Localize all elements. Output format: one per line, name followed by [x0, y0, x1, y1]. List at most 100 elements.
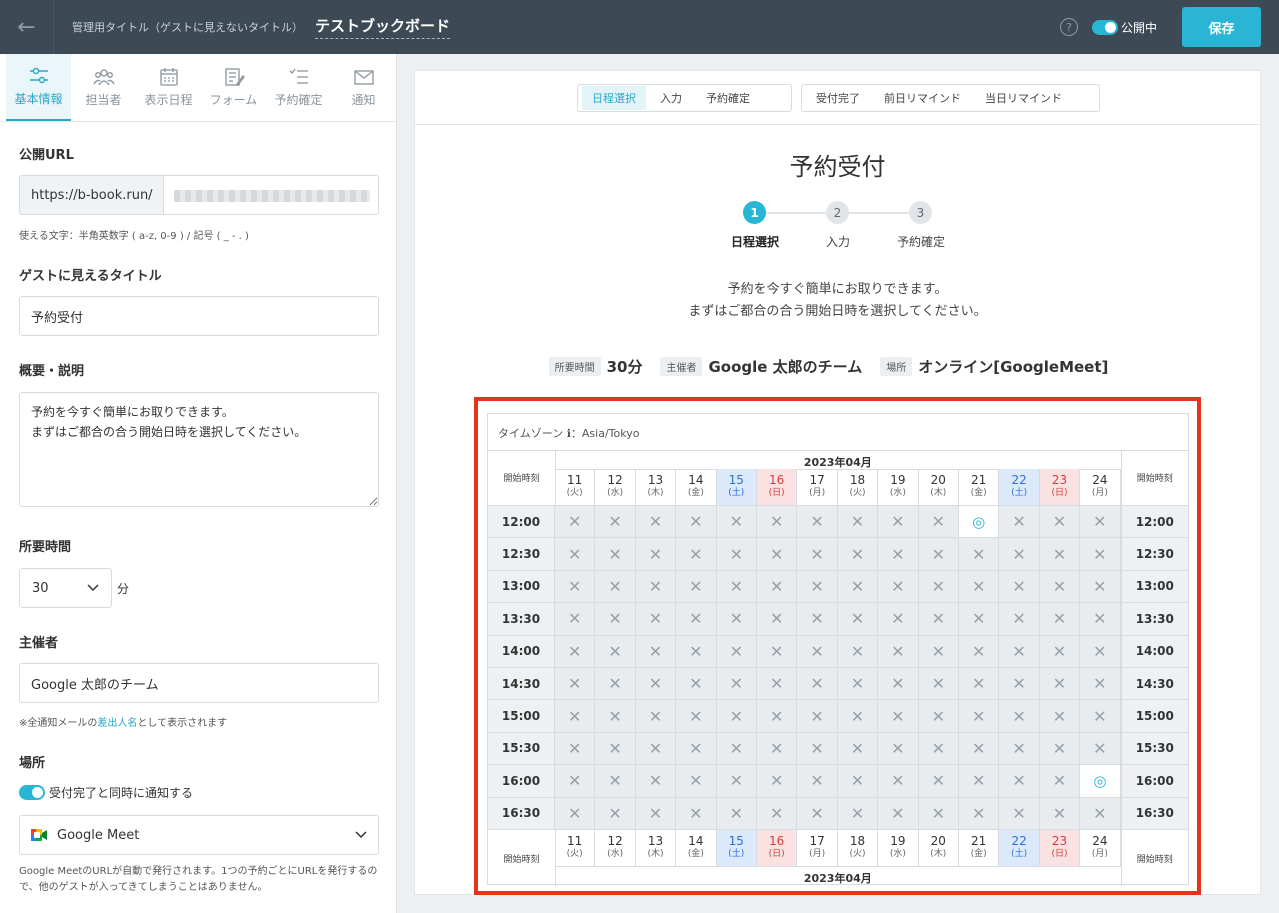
slot-unavailable: ✕: [1039, 538, 1081, 571]
preview-tab-date[interactable]: 日程選択: [582, 86, 646, 110]
date-header-22: 22 (土): [999, 469, 1040, 506]
day-number: 12: [607, 473, 623, 487]
time-label-right: 15:30: [1120, 732, 1188, 766]
day-number: 20: [930, 834, 946, 848]
slot-unavailable: ✕: [676, 603, 717, 636]
preview-tab-remind-before[interactable]: 前日リマインド: [874, 86, 971, 110]
weekday-label: (土): [1011, 488, 1028, 498]
slot-unavailable: ✕: [595, 603, 636, 636]
tab-assignees[interactable]: 担当者: [71, 54, 136, 121]
slot-unavailable: ✕: [676, 700, 717, 733]
url-slug-input[interactable]: [163, 175, 379, 215]
slot-unavailable: ✕: [635, 765, 677, 798]
admin-title-label: 管理用タイトル（ゲストに見えないタイトル）: [72, 21, 303, 34]
tab-confirm[interactable]: 予約確定: [266, 54, 331, 121]
mail-icon: [353, 70, 374, 85]
back-arrow-icon[interactable]: ←: [0, 0, 54, 54]
slot-unavailable: ✕: [878, 570, 919, 604]
date-header-24: 24 (月): [1080, 830, 1121, 867]
place-option: Google Meet: [31, 828, 139, 843]
slot-unavailable: ✕: [1080, 570, 1121, 604]
weekday-label: (水): [889, 849, 906, 859]
slot-available[interactable]: ◎: [1080, 765, 1121, 798]
weekday-label: (火): [566, 488, 583, 498]
duration-select[interactable]: 30: [19, 568, 112, 608]
tab-basic-info[interactable]: 基本情報: [6, 54, 71, 121]
slot-unavailable: ✕: [635, 797, 677, 830]
time-label-left: 15:30: [488, 732, 555, 766]
step-2-dot: 2: [826, 201, 849, 224]
grid-top-line: [488, 450, 1188, 451]
slot-unavailable: ✕: [555, 603, 596, 636]
slot-unavailable: ✕: [716, 538, 757, 571]
slot-unavailable: ✕: [595, 570, 636, 604]
tab-label: 基本情報: [14, 92, 63, 106]
slot-unavailable: ✕: [1039, 668, 1081, 701]
weekday-label: (土): [1011, 849, 1028, 859]
slot-unavailable: ✕: [959, 732, 1000, 766]
slot-unavailable: ✕: [797, 506, 838, 539]
preview-tab-complete[interactable]: 受付完了: [806, 86, 870, 110]
slot-unavailable: ✕: [1080, 668, 1121, 701]
day-number: 14: [688, 473, 704, 487]
slot-unavailable: ✕: [676, 732, 717, 766]
save-button[interactable]: 保存: [1182, 7, 1261, 47]
preview-tab-confirm[interactable]: 予約確定: [696, 86, 760, 110]
list-check-icon: [289, 68, 308, 84]
slot-unavailable: ✕: [635, 635, 677, 668]
weekday-label: (日): [1051, 488, 1068, 498]
board-title[interactable]: テストブックボード: [315, 15, 451, 39]
slot-unavailable: ✕: [716, 635, 757, 668]
slot-unavailable: ✕: [878, 732, 919, 766]
slot-unavailable: ✕: [716, 603, 757, 636]
preview-tab-remind-day[interactable]: 当日リマインド: [975, 86, 1072, 110]
tab-schedule[interactable]: 表示日程: [136, 54, 201, 121]
organizer-input[interactable]: Google 太郎のチーム: [19, 663, 379, 703]
weekday-label: (水): [889, 488, 906, 498]
day-number: 24: [1092, 834, 1108, 848]
notify-toggle[interactable]: [19, 785, 45, 800]
month-label: 2023年04月: [803, 872, 872, 885]
sender-name-link[interactable]: 差出人名: [97, 718, 137, 729]
tab-notification[interactable]: 通知: [331, 54, 396, 121]
tab-label: フォーム: [209, 93, 258, 107]
weekday-label: (金): [970, 488, 987, 498]
slot-unavailable: ✕: [676, 506, 717, 539]
guest-title-input[interactable]: 予約受付: [19, 296, 379, 336]
description-textarea[interactable]: 予約を今すぐ簡単にお取りできます。 まずはご都合の合う開始日時を選択してください…: [19, 392, 379, 507]
blurred-slug: [174, 190, 370, 202]
duration-label: 所要時間: [19, 540, 72, 555]
date-header-18: 18 (火): [837, 469, 879, 506]
weekday-label: (金): [687, 849, 704, 859]
slot-unavailable: ✕: [635, 570, 677, 604]
publish-toggle[interactable]: [1092, 20, 1118, 35]
weekday-label: (火): [566, 849, 583, 859]
intro-line: まずはご都合の合う開始日時を選択してください。: [688, 304, 987, 319]
day-number: 18: [849, 473, 866, 487]
slot-unavailable: ✕: [918, 700, 959, 733]
tab-form[interactable]: フォーム: [201, 54, 266, 121]
slot-unavailable: ✕: [999, 635, 1040, 668]
date-header-24: 24 (月): [1080, 469, 1121, 506]
slot-unavailable: ✕: [918, 570, 959, 604]
day-number: 14: [688, 834, 704, 848]
slot-unavailable: ✕: [716, 765, 757, 798]
time-label-left: 13:00: [488, 570, 555, 604]
slot-unavailable: ✕: [1039, 506, 1081, 539]
place-select[interactable]: Google Meet: [19, 815, 379, 855]
time-label-left: 16:30: [488, 797, 555, 830]
slot-available[interactable]: ◎: [959, 506, 1000, 539]
step-1-dot: 1: [743, 201, 766, 224]
slot-unavailable: ✕: [999, 538, 1040, 571]
slot-unavailable: ✕: [595, 538, 636, 571]
day-number: 24: [1092, 473, 1108, 487]
preview-tab-input[interactable]: 入力: [650, 86, 692, 110]
help-icon[interactable]: ?: [1060, 18, 1078, 36]
preview-tabs: 日程選択 入力 予約確定 受付完了 前日リマインド 当日リマインド: [415, 71, 1260, 125]
day-number: 23: [1051, 834, 1068, 848]
day-number: 20: [930, 473, 946, 487]
slot-unavailable: ✕: [595, 732, 636, 766]
slot-unavailable: ✕: [595, 506, 636, 539]
intro-line: 予約を今すぐ簡単にお取りできます。: [727, 282, 948, 297]
date-header-16: 16 (日): [757, 469, 798, 506]
